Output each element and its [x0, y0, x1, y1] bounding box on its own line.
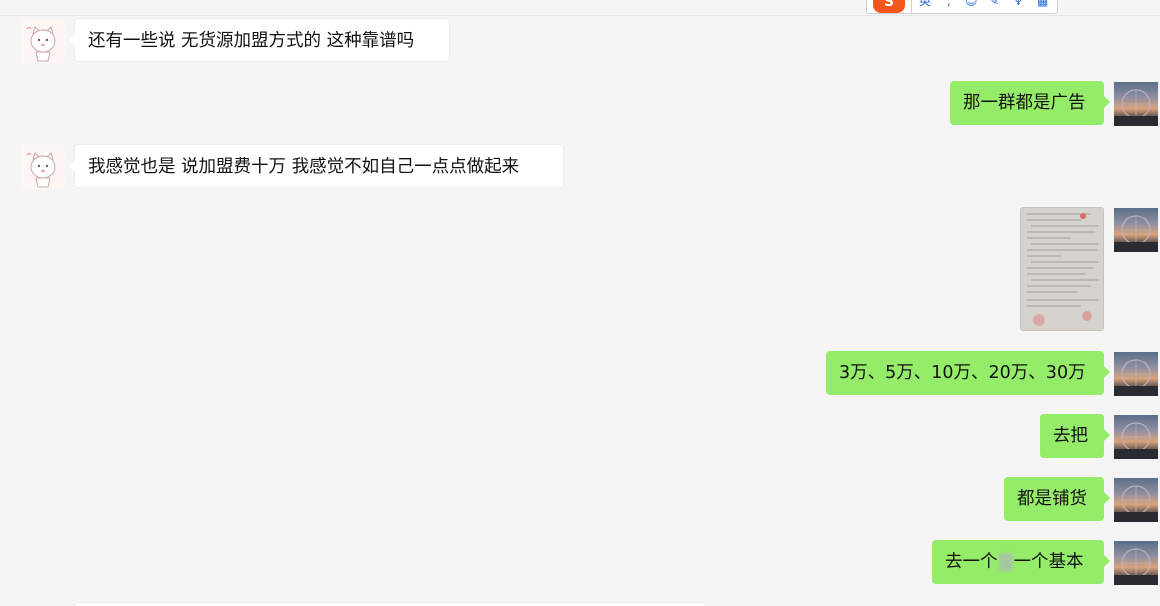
message-bubble[interactable]: 都是铺货 [1004, 477, 1110, 521]
avatar[interactable] [1114, 415, 1158, 459]
ime-logo-icon[interactable]: S [873, 0, 905, 13]
avatar[interactable] [1114, 82, 1158, 126]
cat-avatar-icon [26, 152, 56, 188]
toolbox-icon[interactable]: ▦ [1037, 0, 1048, 9]
message-text: 去把 [1053, 426, 1088, 446]
chat-window: S 英 , ☺ ✎ ♆ ▦ 还有一些说 无货源加盟方式的 这种靠谱吗 那一群都是… [0, 0, 1160, 606]
message-text: 3万、5万、10万、20万、30万 [839, 363, 1086, 383]
avatar[interactable] [21, 19, 65, 63]
divider [0, 15, 1160, 16]
message-text: 那一群都是广告 [963, 93, 1086, 113]
ferris-wheel-photo-icon [1114, 485, 1158, 522]
punctuation-icon[interactable]: , [947, 0, 951, 9]
message-bubble[interactable]: 去把 [1040, 414, 1110, 458]
ferris-wheel-photo-icon [1114, 359, 1158, 396]
handwriting-icon[interactable]: ✎ [989, 0, 999, 9]
message-text: 都是铺货 [1017, 489, 1087, 509]
message-bubble[interactable]: 我感觉也是 说加盟费十万 我感觉不如自己一点点做起来 [69, 144, 564, 188]
message-text-part: 一个基本 [1013, 552, 1084, 572]
avatar[interactable] [21, 145, 65, 189]
avatar[interactable] [1114, 208, 1158, 252]
image-message[interactable] [1020, 207, 1104, 331]
ime-toolbar: S 英 , ☺ ✎ ♆ ▦ [866, 0, 1058, 14]
message-bubble-partial[interactable] [74, 602, 706, 606]
ferris-wheel-photo-icon [1114, 422, 1158, 459]
message-bubble[interactable]: 那一群都是广告 [950, 81, 1110, 125]
message-bubble[interactable]: 去一个 一个基本 [932, 540, 1110, 584]
avatar[interactable] [1114, 352, 1158, 396]
english-mode-icon[interactable]: 英 [919, 0, 931, 9]
emoji-icon[interactable]: ☺ [965, 0, 978, 9]
ferris-wheel-photo-icon [1114, 548, 1158, 585]
message-bubble[interactable]: 3万、5万、10万、20万、30万 [826, 351, 1110, 395]
cat-avatar-icon [26, 26, 56, 62]
message-text: 还有一些说 无货源加盟方式的 这种靠谱吗 [88, 31, 415, 51]
ferris-wheel-photo-icon [1114, 215, 1158, 252]
avatar[interactable] [1114, 541, 1158, 585]
message-bubble[interactable]: 还有一些说 无货源加盟方式的 这种靠谱吗 [69, 18, 450, 62]
document-photo-icon [1021, 208, 1103, 330]
avatar[interactable] [1114, 478, 1158, 522]
ime-separator [911, 0, 912, 13]
message-text-part: 去一个 [945, 552, 998, 572]
voice-icon[interactable]: ♆ [1013, 0, 1024, 9]
obscured-character [998, 553, 1013, 571]
ferris-wheel-photo-icon [1114, 89, 1158, 126]
message-text: 我感觉也是 说加盟费十万 我感觉不如自己一点点做起来 [88, 157, 520, 177]
